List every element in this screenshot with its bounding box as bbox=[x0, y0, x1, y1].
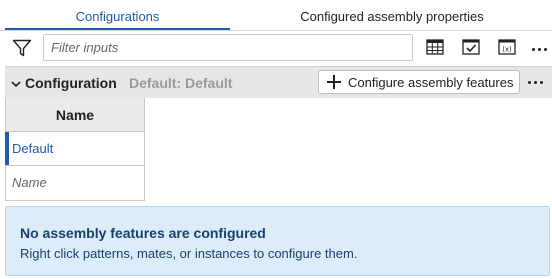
checkbox-icon[interactable] bbox=[461, 38, 481, 56]
tabs-divider bbox=[0, 30, 552, 31]
banner-text: Right click patterns, mates, or instance… bbox=[20, 246, 358, 261]
svg-text:(x): (x) bbox=[502, 46, 512, 54]
configuration-table: Name Default Name bbox=[5, 98, 145, 201]
configuration-more-icon[interactable] bbox=[528, 81, 543, 84]
table-icon[interactable] bbox=[425, 38, 445, 56]
configure-assembly-features-button[interactable]: Configure assembly features bbox=[318, 70, 520, 94]
info-banner: No assembly features are configured Righ… bbox=[5, 206, 550, 276]
name-column-header: Name bbox=[6, 98, 144, 132]
configuration-header: Configuration Default: Default Configure… bbox=[5, 66, 552, 98]
chevron-down-icon[interactable] bbox=[10, 77, 22, 89]
tab-configurations[interactable]: Configurations bbox=[5, 0, 230, 30]
plus-icon bbox=[327, 75, 341, 89]
tab-bar: Configurations Configured assembly prope… bbox=[0, 0, 552, 31]
variable-icon[interactable]: (x) bbox=[497, 38, 517, 56]
more-options-icon[interactable] bbox=[529, 40, 549, 58]
tab-configured-assembly-properties[interactable]: Configured assembly properties bbox=[236, 0, 548, 30]
filter-inputs-field[interactable] bbox=[43, 34, 413, 61]
new-configuration-row[interactable]: Name bbox=[6, 166, 144, 200]
banner-title: No assembly features are configured bbox=[20, 225, 266, 241]
configure-button-label: Configure assembly features bbox=[348, 74, 514, 90]
configuration-default-label: Default: Default bbox=[129, 75, 233, 91]
filter-icon[interactable] bbox=[12, 39, 32, 57]
table-row-default[interactable]: Default bbox=[5, 132, 144, 166]
configuration-title: Configuration bbox=[25, 75, 117, 91]
